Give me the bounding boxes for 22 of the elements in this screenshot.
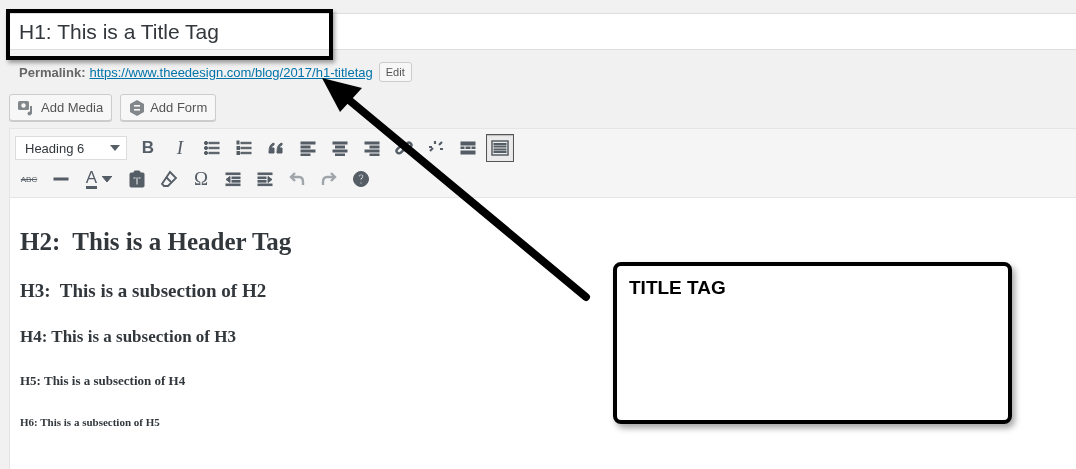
heading-text: H3: This is a subsection of H2 bbox=[20, 280, 267, 302]
caret-icon bbox=[110, 145, 120, 151]
heading-text: H4: This is a subsection of H3 bbox=[20, 327, 236, 347]
format-select[interactable]: Heading 6 bbox=[15, 136, 127, 160]
toolbar-toggle-icon[interactable] bbox=[486, 134, 514, 162]
edit-button[interactable]: Edit bbox=[378, 62, 412, 82]
form-icon bbox=[129, 99, 146, 116]
bold-button[interactable]: B bbox=[134, 134, 162, 162]
heading-text: H6: This is a subsection of H5 bbox=[20, 416, 160, 428]
strikethrough-button[interactable]: ABC bbox=[15, 165, 43, 193]
title-field[interactable]: H1: This is a Title Tag bbox=[9, 13, 1076, 50]
text-color-button[interactable]: A bbox=[79, 165, 119, 193]
heading-text: H2: This is a Header Tag bbox=[20, 228, 292, 256]
permalink-link[interactable]: https://www.theedesign.com/blog/2017/h1-titletag bbox=[89, 64, 373, 80]
add-media-button[interactable]: Add Media bbox=[9, 94, 113, 121]
callout-label: TITLE TAG bbox=[629, 277, 726, 298]
special-character-button[interactable]: Ω bbox=[187, 165, 215, 193]
caret-icon bbox=[102, 176, 113, 182]
italic-button[interactable]: I bbox=[166, 134, 194, 162]
add-form-button[interactable]: Add Form bbox=[120, 94, 217, 121]
heading-text: H5: This is a subsection of H4 bbox=[20, 373, 186, 389]
permalink-label: Permalink: bbox=[19, 64, 86, 80]
